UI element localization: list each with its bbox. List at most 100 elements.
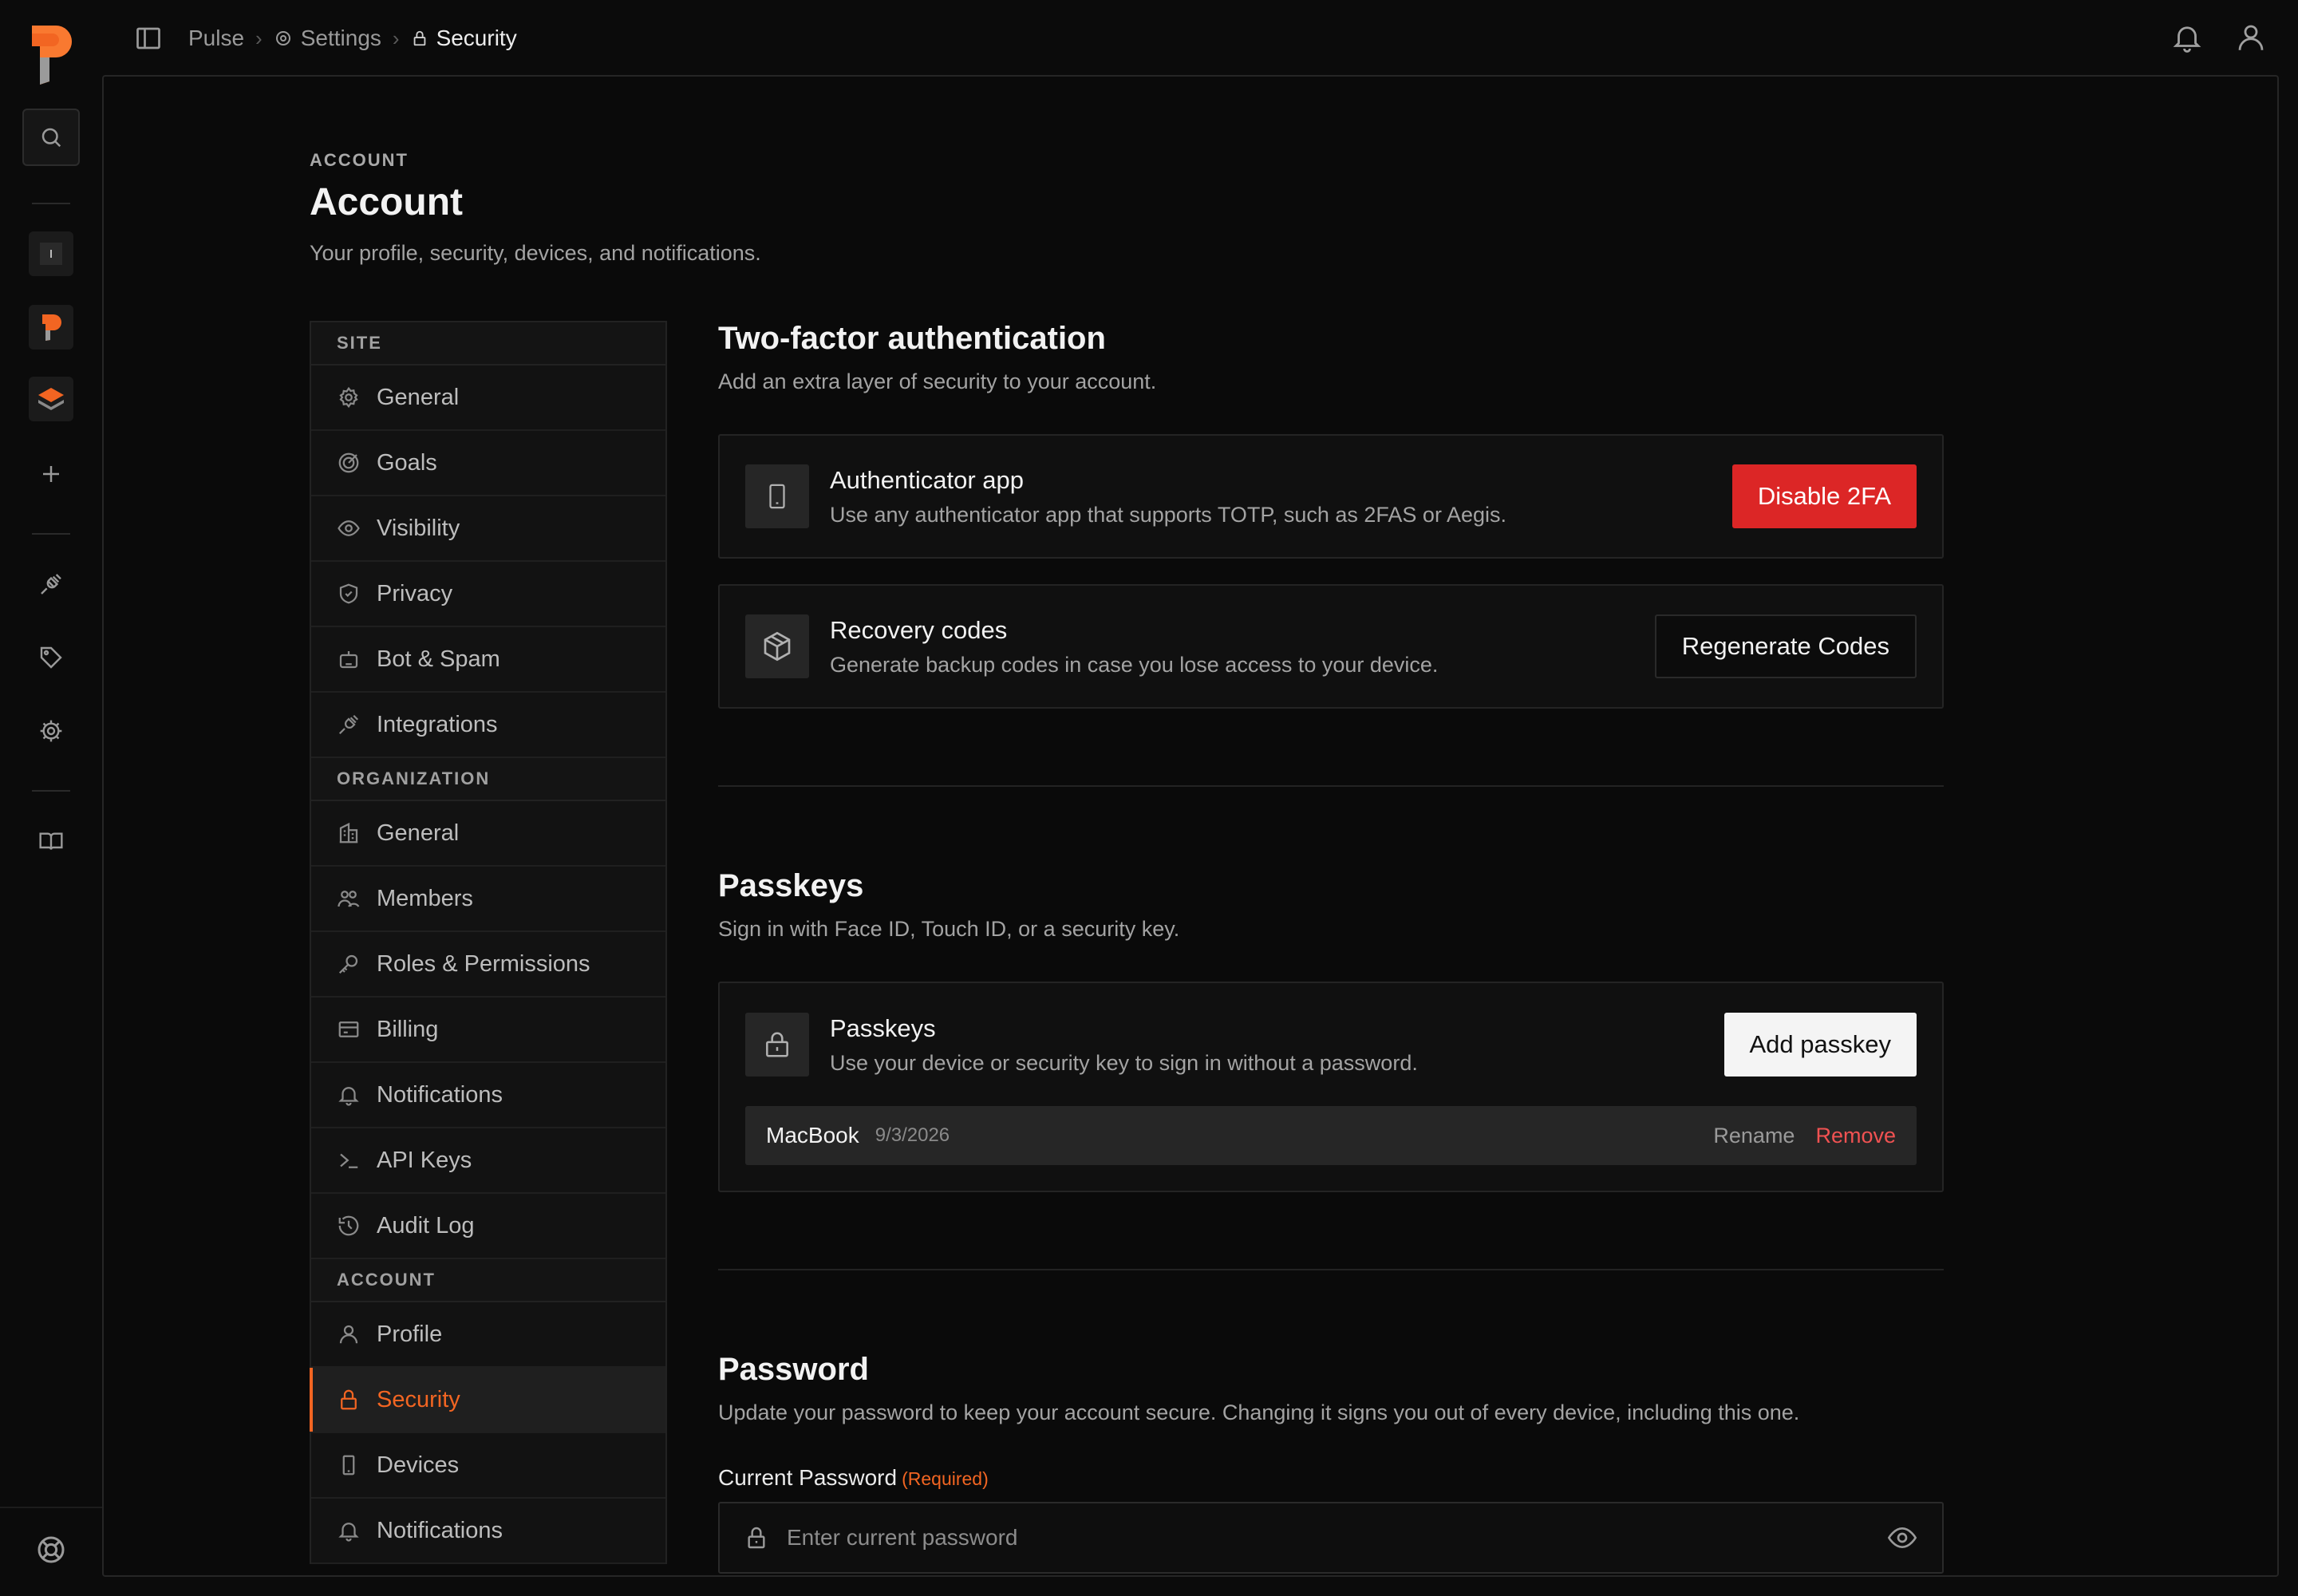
passkeys-title: Passkeys — [718, 868, 864, 903]
add-passkey-button[interactable]: Add passkey — [1724, 1013, 1917, 1077]
passkeys-card: Passkeys Use your device or security key… — [718, 982, 1944, 1192]
nav-item-billing[interactable]: Billing — [311, 998, 665, 1063]
nav-item-visibility[interactable]: Visibility — [311, 496, 665, 562]
lock-icon — [766, 1032, 788, 1057]
lock-icon — [748, 1527, 765, 1549]
key-icon — [338, 954, 358, 974]
recovery-tile — [745, 614, 809, 678]
nav-item-goals[interactable]: Goals — [311, 431, 665, 496]
nav-item-roles-permissions[interactable]: Roles & Permissions — [311, 932, 665, 998]
required-tag: (Required) — [902, 1468, 989, 1489]
book-icon — [39, 832, 63, 850]
password-description: Update your password to keep your accoun… — [718, 1400, 1800, 1424]
target-icon — [338, 452, 359, 473]
user-icon — [2238, 25, 2264, 50]
nav-item-site-general[interactable]: General — [311, 365, 665, 431]
breadcrumb-label: Pulse — [188, 26, 245, 50]
settings-nav: SITE General Goals Visibility Privacy Bo… — [310, 321, 667, 1564]
nav-group-account: ACCOUNT — [311, 1259, 665, 1302]
sidebar-icon — [136, 27, 160, 49]
recovery-codes-description: Generate backup codes in case you lose a… — [830, 652, 1439, 677]
building-icon — [339, 822, 358, 843]
user-icon — [339, 1325, 358, 1344]
password-title: Password — [718, 1352, 869, 1387]
nav-item-org-general[interactable]: General — [311, 801, 665, 867]
nav-item-account-notifications[interactable]: Notifications — [311, 1499, 665, 1564]
history-icon — [338, 1215, 359, 1236]
security-content: Two-factor authentication Add an extra l… — [718, 321, 1944, 1574]
nav-item-privacy[interactable]: Privacy — [311, 562, 665, 627]
eye-icon[interactable] — [1886, 1522, 1918, 1554]
rail-divider — [32, 790, 70, 792]
pulse-logo-icon[interactable] — [29, 22, 73, 86]
breadcrumb-label: Settings — [300, 26, 381, 50]
integrations-rail-button[interactable] — [29, 562, 73, 606]
nav-item-label: General — [377, 820, 460, 846]
toggle-sidebar-button[interactable] — [134, 24, 163, 53]
page-title: Account — [310, 181, 463, 223]
plug-icon — [338, 714, 359, 735]
nav-item-label: Notifications — [377, 1081, 503, 1108]
page-eyebrow: ACCOUNT — [310, 150, 409, 170]
nav-item-label: Privacy — [377, 580, 453, 606]
tags-rail-button[interactable] — [29, 635, 73, 680]
site-switcher-2[interactable] — [29, 305, 73, 350]
passkeys-card-description: Use your device or security key to sign … — [830, 1050, 1418, 1075]
user-menu-button[interactable] — [2234, 21, 2268, 54]
gear-icon — [275, 31, 290, 45]
lifebuoy-icon — [38, 1536, 65, 1563]
pulse-site-icon — [42, 314, 61, 341]
notifications-button[interactable] — [2170, 21, 2204, 54]
page-subtitle: Your profile, security, devices, and not… — [310, 241, 761, 265]
breadcrumb-settings[interactable]: Settings — [274, 26, 381, 51]
nav-item-label: Billing — [377, 1016, 439, 1042]
nav-item-integrations[interactable]: Integrations — [311, 693, 665, 758]
authenticator-card: Authenticator app Use any authenticator … — [718, 434, 1944, 559]
remove-passkey-button[interactable]: Remove — [1815, 1124, 1896, 1148]
section-divider — [718, 785, 1944, 787]
nav-item-label: Members — [377, 885, 473, 911]
settings-rail-button[interactable] — [29, 709, 73, 753]
nav-item-security[interactable]: Security — [310, 1368, 665, 1433]
disable-2fa-button[interactable]: Disable 2FA — [1731, 464, 1917, 528]
nav-item-label: Bot & Spam — [377, 646, 500, 672]
nav-item-bot-spam[interactable]: Bot & Spam — [311, 627, 665, 693]
breadcrumb-label: Security — [436, 26, 517, 50]
search-button[interactable] — [22, 109, 80, 166]
site-switcher-3[interactable] — [29, 377, 73, 421]
bell-icon — [338, 1523, 359, 1542]
two-factor-title: Two-factor authentication — [718, 321, 1106, 356]
passkeys-description: Sign in with Face ID, Touch ID, or a sec… — [718, 917, 1180, 941]
nav-item-label: General — [377, 384, 460, 410]
nav-item-audit-log[interactable]: Audit Log — [311, 1194, 665, 1259]
main-panel: ACCOUNT Account Your profile, security, … — [102, 75, 2279, 1577]
nav-item-org-notifications[interactable]: Notifications — [311, 1063, 665, 1128]
site-switcher-1[interactable] — [29, 231, 73, 276]
current-password-input[interactable]: Enter current password — [718, 1502, 1944, 1574]
passkeys-card-header: Passkeys Use your device or security key… — [720, 983, 1942, 1106]
nav-item-devices[interactable]: Devices — [311, 1433, 665, 1499]
passkey-name: MacBook — [766, 1123, 859, 1148]
nav-item-profile[interactable]: Profile — [311, 1302, 665, 1368]
breadcrumb: Pulse › Settings › Security — [188, 21, 517, 56]
nav-item-label: Security — [377, 1386, 460, 1412]
app-rail — [0, 0, 102, 1596]
authenticator-title: Authenticator app — [830, 465, 1025, 494]
nav-item-members[interactable]: Members — [311, 867, 665, 932]
rename-passkey-button[interactable]: Rename — [1713, 1124, 1795, 1148]
docs-rail-button[interactable] — [29, 819, 73, 863]
breadcrumb-pulse[interactable]: Pulse — [188, 26, 244, 51]
phone-icon — [769, 484, 785, 509]
add-site-button[interactable] — [29, 452, 73, 496]
search-icon — [41, 128, 61, 148]
help-button[interactable] — [35, 1534, 67, 1566]
eye-icon — [338, 520, 360, 536]
credit-card-icon — [338, 1021, 359, 1037]
lock-icon — [341, 1389, 357, 1410]
rail-divider — [32, 533, 70, 535]
two-factor-description: Add an extra layer of security to your a… — [718, 369, 1157, 393]
chevron-right-icon: › — [392, 26, 400, 50]
nav-item-api-keys[interactable]: API Keys — [311, 1128, 665, 1194]
bell-icon — [338, 1087, 359, 1106]
regenerate-codes-button[interactable]: Regenerate Codes — [1654, 614, 1917, 678]
